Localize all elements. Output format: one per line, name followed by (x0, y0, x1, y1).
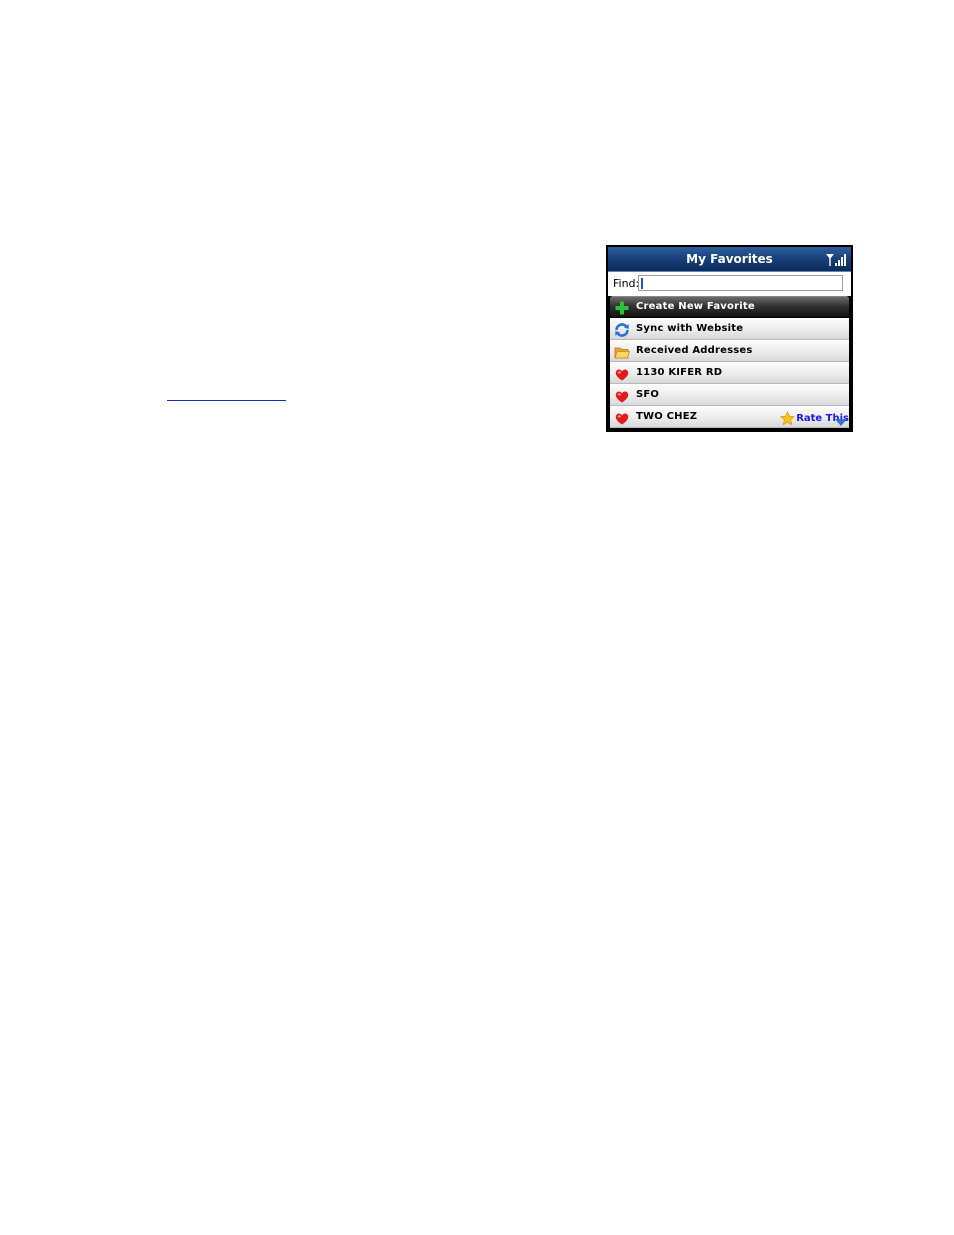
heart-icon (615, 369, 629, 381)
list-item-two-chez[interactable]: TWO CHEZ Rate This (610, 406, 849, 428)
favorites-list: Create New Favorite Sync with Website Re… (608, 296, 851, 428)
title-bar: My Favorites (608, 247, 851, 272)
plus-icon (615, 301, 629, 315)
find-label: Find: (613, 277, 640, 290)
list-item-sync-with-website[interactable]: Sync with Website (610, 318, 849, 340)
find-input[interactable] (638, 275, 843, 291)
document-page: My Favorites Find: Create New Favorite S… (0, 0, 954, 1235)
list-item-create-new-favorite[interactable]: Create New Favorite (610, 296, 849, 318)
list-item-label: 1130 KIFER RD (636, 367, 723, 378)
heart-icon (615, 413, 629, 425)
list-item-label: Sync with Website (636, 323, 744, 334)
find-bar: Find: (608, 272, 851, 296)
screen-title: My Favorites (686, 252, 773, 266)
list-item-label: TWO CHEZ (636, 411, 698, 422)
text-cursor (641, 278, 643, 289)
signal-strength-icon (826, 254, 846, 266)
scroll-down-arrow-icon[interactable] (835, 419, 847, 426)
folder-icon (614, 347, 630, 359)
sync-icon (615, 323, 629, 337)
list-item-1130-kifer-rd[interactable]: 1130 KIFER RD (610, 362, 849, 384)
list-item-label: Received Addresses (636, 345, 753, 356)
heart-icon (615, 391, 629, 403)
document-hyperlink[interactable] (167, 386, 286, 401)
star-icon (780, 410, 796, 425)
list-item-label: SFO (636, 389, 660, 400)
list-item-label: Create New Favorite (636, 301, 755, 312)
phone-screenshot: My Favorites Find: Create New Favorite S… (606, 245, 853, 432)
list-item-received-addresses[interactable]: Received Addresses (610, 340, 849, 362)
list-item-sfo[interactable]: SFO (610, 384, 849, 406)
